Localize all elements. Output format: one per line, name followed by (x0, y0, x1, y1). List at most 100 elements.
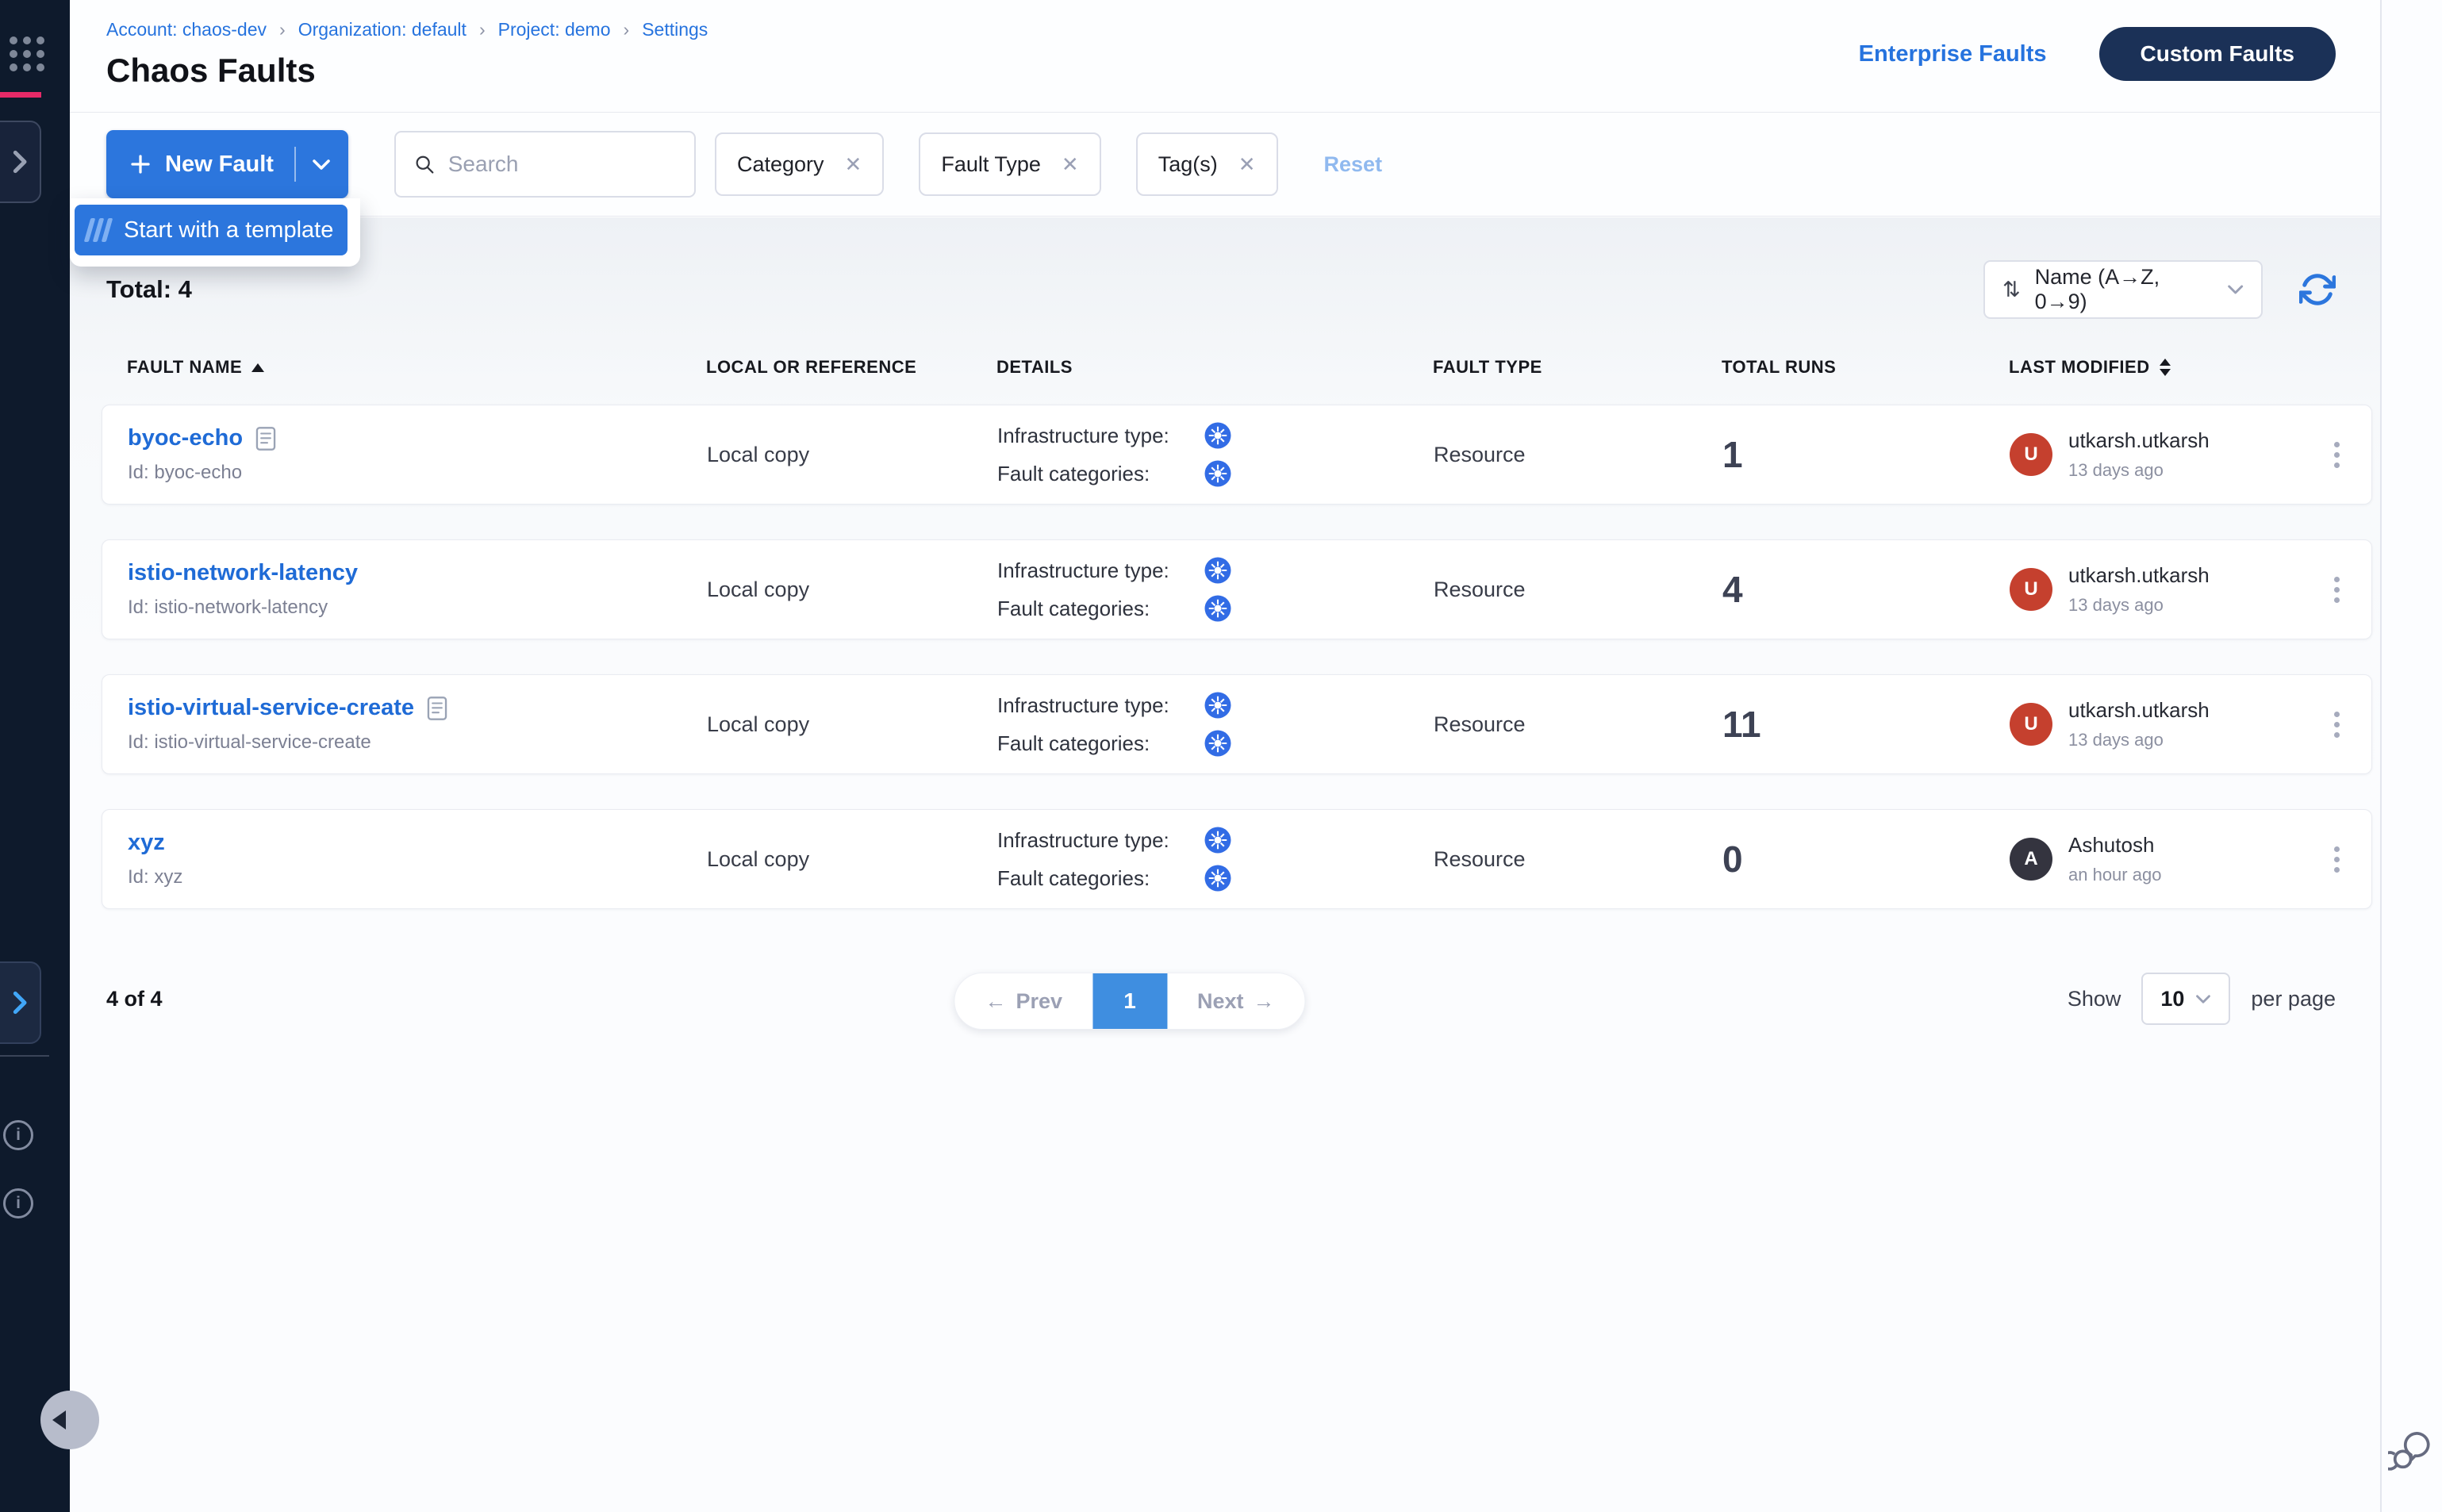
sort-asc-icon (251, 363, 264, 372)
sort-dropdown[interactable]: Name (A→Z, 0→9) (1983, 260, 2263, 319)
app-launcher-grid-icon[interactable] (10, 36, 44, 71)
nav-expand-panel-bottom[interactable] (0, 961, 41, 1044)
row-menu-kebab-icon[interactable] (2334, 846, 2371, 873)
remove-filter-icon[interactable] (1238, 152, 1256, 177)
modified-by: Ashutosh (2068, 833, 2161, 858)
search-icon (413, 152, 436, 177)
breadcrumb-project[interactable]: Project: demo (498, 19, 611, 40)
fault-id: Id: xyz (128, 866, 707, 888)
last-modified-cell: U utkarsh.utkarsh 13 days ago (2010, 428, 2295, 481)
chevron-down-icon (2227, 284, 2244, 295)
new-fault-button[interactable]: New Fault (106, 130, 348, 198)
triangle-left-icon (52, 1410, 66, 1429)
modified-at: an hour ago (2068, 865, 2161, 885)
template-item-label: Start with a template (124, 217, 333, 244)
chevron-right-icon (13, 991, 29, 1015)
filter-chip-label: Fault Type (941, 152, 1041, 177)
new-fault-label: New Fault (165, 152, 274, 178)
fault-categories-label: Fault categories: (997, 462, 1204, 486)
filter-chip-fault-type[interactable]: Fault Type (919, 132, 1100, 196)
plus-icon (129, 152, 152, 176)
row-menu-kebab-icon[interactable] (2334, 712, 2371, 738)
breadcrumb-separator-icon: › (624, 19, 630, 40)
fault-type: Resource (1434, 443, 1722, 467)
template-icon (84, 218, 113, 242)
filter-chip-tags[interactable]: Tag(s) (1136, 132, 1278, 196)
manifest-doc-icon[interactable] (427, 696, 447, 721)
modified-by: utkarsh.utkarsh (2068, 428, 2210, 453)
remove-filter-icon[interactable] (1062, 152, 1079, 177)
table-row: byoc-echo Id: byoc-echo Local copy Infra… (102, 405, 2372, 505)
next-page-button[interactable]: Next (1167, 973, 1305, 1029)
column-header-label: FAULT NAME (127, 357, 242, 378)
sort-label: Name (A→Z, 0→9) (2035, 265, 2213, 314)
pagination-row: 4 of 4 Prev 1 Next Show 10 per page (70, 944, 2380, 1025)
page-size-controls: Show 10 per page (2068, 973, 2336, 1025)
breadcrumb-organization[interactable]: Organization: default (298, 19, 467, 40)
filter-chip-label: Category (737, 152, 824, 177)
chevron-down-icon[interactable] (312, 159, 331, 171)
fault-categories-label: Fault categories: (997, 597, 1204, 621)
local-or-reference: Local copy (707, 712, 997, 737)
manifest-doc-icon[interactable] (255, 426, 276, 451)
sidebar-collapse-button[interactable] (40, 1391, 99, 1449)
current-page-button[interactable]: 1 (1092, 973, 1167, 1029)
new-fault-dropdown: Start with a template (70, 198, 360, 267)
last-modified-cell: U utkarsh.utkarsh 13 days ago (2010, 698, 2295, 750)
infrastructure-type-label: Infrastructure type: (997, 693, 1204, 718)
prev-page-button[interactable]: Prev (954, 973, 1092, 1029)
column-header-last-modified[interactable]: LAST MODIFIED (2009, 357, 2294, 378)
sidebar-divider (0, 1055, 49, 1057)
table-row: xyz Id: xyz Local copy Infrastructure ty… (102, 809, 2372, 909)
fault-type: Resource (1434, 712, 1722, 737)
column-header-label: LOCAL OR REFERENCE (706, 357, 916, 378)
search-box (394, 131, 696, 198)
custom-faults-button[interactable]: Custom Faults (2099, 27, 2336, 81)
fault-name-link[interactable]: istio-virtual-service-create (128, 695, 414, 721)
kubernetes-icon (1204, 459, 1232, 488)
fault-name-link[interactable]: xyz (128, 830, 165, 856)
fault-type: Resource (1434, 578, 1722, 602)
reset-filters-button[interactable]: Reset (1324, 152, 1383, 177)
infrastructure-type-label: Infrastructure type: (997, 424, 1204, 448)
breadcrumb-account[interactable]: Account: chaos-dev (106, 19, 267, 40)
fault-name-cell: byoc-echo Id: byoc-echo (128, 425, 707, 484)
chevron-right-icon (13, 150, 29, 174)
chat-bubbles-icon (2388, 1429, 2434, 1473)
fault-name-link[interactable]: istio-network-latency (128, 560, 358, 586)
remove-filter-icon[interactable] (845, 152, 862, 177)
list-controls: Total: 4 Name (A→Z, 0→9) (70, 217, 2380, 319)
filter-chip-category[interactable]: Category (715, 132, 884, 196)
column-header-label: FAULT TYPE (1433, 357, 1542, 378)
table-header-row: FAULT NAME LOCAL OR REFERENCE DETAILS FA… (102, 357, 2372, 378)
breadcrumb-settings[interactable]: Settings (642, 19, 708, 40)
per-page-label: per page (2251, 987, 2336, 1011)
result-count: 4 of 4 (106, 987, 163, 1011)
enterprise-faults-link[interactable]: Enterprise Faults (1859, 41, 2047, 67)
sort-area: Name (A→Z, 0→9) (1983, 260, 2336, 319)
row-menu-kebab-icon[interactable] (2334, 577, 2371, 603)
chevron-down-icon (2195, 994, 2211, 1004)
details-cell: Infrastructure type: Fault categories: (997, 826, 1434, 892)
avatar: U (2010, 568, 2052, 611)
show-label: Show (2068, 987, 2121, 1011)
column-header-fault-name[interactable]: FAULT NAME (127, 357, 706, 378)
info-icon[interactable] (3, 1120, 33, 1150)
total-runs: 11 (1722, 703, 2010, 746)
last-modified-cell: U utkarsh.utkarsh 13 days ago (2010, 563, 2295, 616)
info-icon[interactable] (3, 1188, 33, 1218)
content-area: Total: 4 Name (A→Z, 0→9) FAULT NAME LOCA… (70, 217, 2380, 1512)
sort-both-icon (2160, 359, 2171, 376)
start-with-template-item[interactable]: Start with a template (75, 205, 347, 255)
row-menu-kebab-icon[interactable] (2334, 442, 2371, 468)
support-chat-button[interactable] (2388, 1429, 2434, 1477)
nav-expand-panel-top[interactable] (0, 121, 41, 203)
fault-categories-label: Fault categories: (997, 731, 1204, 756)
refresh-button[interactable] (2299, 271, 2336, 308)
column-header-label: LAST MODIFIED (2009, 357, 2150, 378)
details-cell: Infrastructure type: Fault categories: (997, 691, 1434, 758)
fault-name-link[interactable]: byoc-echo (128, 425, 243, 451)
kubernetes-icon (1204, 826, 1232, 854)
search-input[interactable] (448, 152, 677, 177)
page-size-select[interactable]: 10 (2141, 973, 2230, 1025)
